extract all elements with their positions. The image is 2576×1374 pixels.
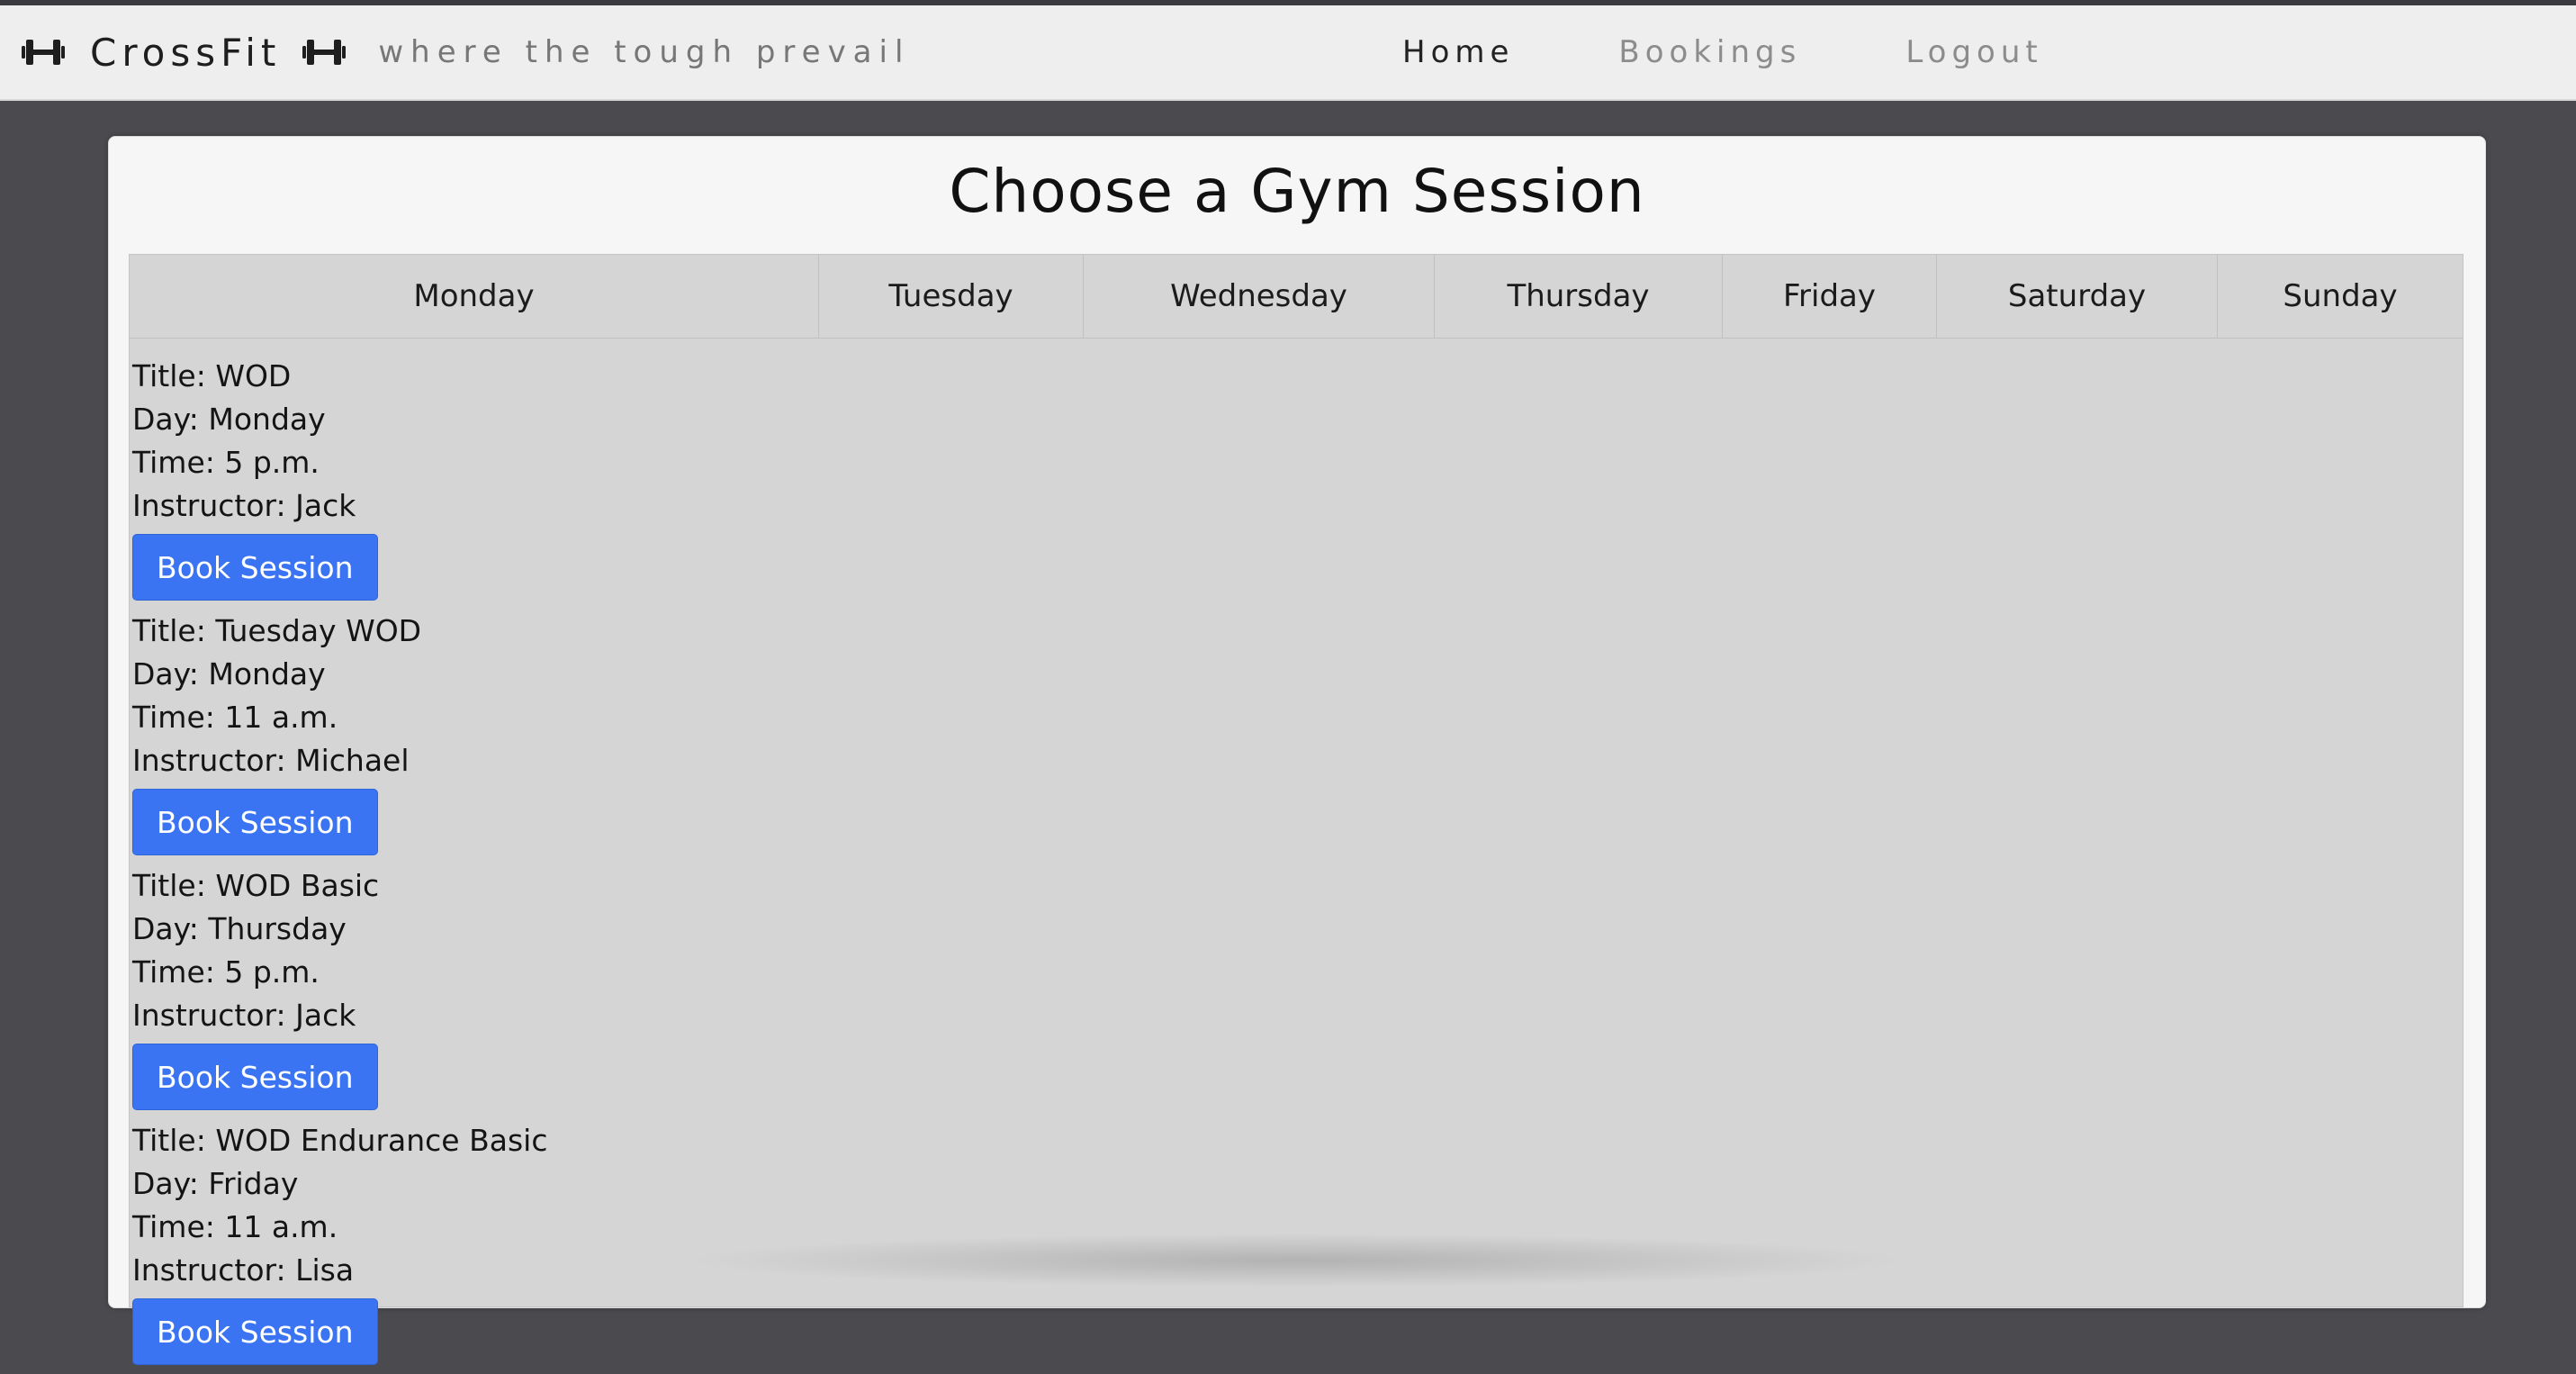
session-instructor: Instructor: Jack xyxy=(132,488,356,523)
day-header-tuesday: Tuesday xyxy=(819,255,1084,338)
book-session-button[interactable]: Book Session xyxy=(132,534,378,601)
session-title: Title: WOD Endurance Basic xyxy=(132,1123,548,1158)
session-item: Title: Tuesday WOD Day: Monday Time: 11 … xyxy=(132,610,2463,864)
day-header-friday: Friday xyxy=(1723,255,1937,338)
session-time: Time: 11 a.m. xyxy=(132,1209,338,1244)
tagline: where the tough prevail xyxy=(378,34,911,70)
navbar: CrossFit where the tough prevail Home Bo… xyxy=(0,5,2576,101)
session-day: Day: Monday xyxy=(132,656,326,692)
session-time: Time: 5 p.m. xyxy=(132,445,320,480)
schedule-table: Monday Tuesday Wednesday Thursday Friday… xyxy=(129,254,2463,1365)
book-session-button[interactable]: Book Session xyxy=(132,1044,378,1110)
session-item: Title: WOD Endurance Basic Day: Friday T… xyxy=(132,1119,2463,1374)
day-header-wednesday: Wednesday xyxy=(1084,255,1435,338)
session-day: Day: Friday xyxy=(132,1166,299,1201)
main-nav: Home Bookings Logout xyxy=(1402,5,2148,99)
session-item: Title: WOD Basic Day: Thursday Time: 5 p… xyxy=(132,864,2463,1119)
page-title: Choose a Gym Session xyxy=(949,157,1645,226)
session-title: Title: WOD xyxy=(132,358,292,393)
day-header-saturday: Saturday xyxy=(1937,255,2218,338)
session-instructor: Instructor: Michael xyxy=(132,743,410,778)
day-header-thursday: Thursday xyxy=(1435,255,1723,338)
book-session-button[interactable]: Book Session xyxy=(132,789,378,855)
session-day: Day: Thursday xyxy=(132,911,347,946)
session-time: Time: 11 a.m. xyxy=(132,700,338,735)
brand[interactable]: CrossFit where the tough prevail xyxy=(20,5,910,99)
sessions-card: Choose a Gym Session Monday Tuesday Wedn… xyxy=(108,136,2486,1365)
nav-home-link[interactable]: Home xyxy=(1402,34,1514,70)
session-item: Title: WOD Day: Monday Time: 5 p.m. Inst… xyxy=(132,339,2463,610)
session-instructor: Instructor: Lisa xyxy=(132,1252,355,1288)
day-header-row: Monday Tuesday Wednesday Thursday Friday… xyxy=(130,255,2463,339)
session-time: Time: 5 p.m. xyxy=(132,954,320,990)
nav-bookings-link[interactable]: Bookings xyxy=(1618,34,1801,70)
day-header-monday: Monday xyxy=(130,255,819,338)
day-header-sunday: Sunday xyxy=(2283,278,2398,314)
session-title: Title: Tuesday WOD xyxy=(132,613,422,648)
session-title: Title: WOD Basic xyxy=(132,868,380,903)
session-instructor: Instructor: Jack xyxy=(132,998,356,1033)
book-session-button[interactable]: Book Session xyxy=(132,1298,378,1365)
brand-name: CrossFit xyxy=(90,30,282,75)
nav-logout-link[interactable]: Logout xyxy=(1905,34,2042,70)
session-list: Title: WOD Day: Monday Time: 5 p.m. Inst… xyxy=(130,339,2463,1374)
dumbbell-icon xyxy=(301,34,347,70)
dumbbell-icon xyxy=(20,34,67,70)
session-day: Day: Monday xyxy=(132,402,326,437)
